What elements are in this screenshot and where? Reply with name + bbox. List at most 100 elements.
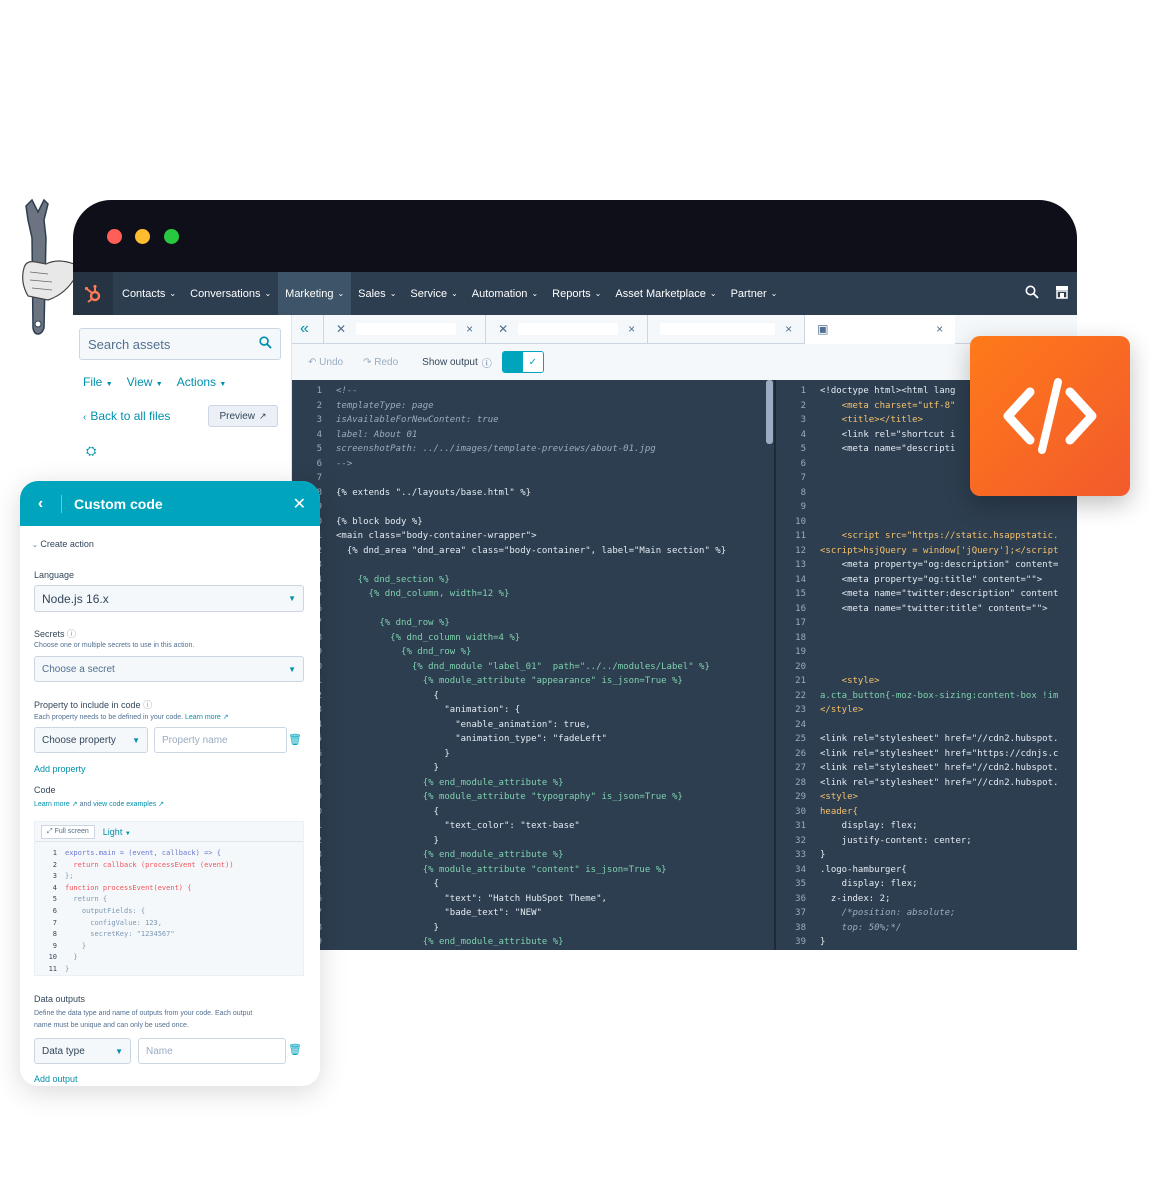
code-line: 21 <style> — [776, 674, 1077, 689]
line-number: 24 — [795, 719, 806, 730]
close-dot-icon[interactable] — [107, 229, 122, 244]
line-number: 27 — [795, 763, 806, 773]
code-line: 20 — [776, 660, 1077, 675]
code-line: 31 "text_color": "text-base" — [292, 819, 774, 834]
marketplace-icon[interactable] — [1047, 285, 1077, 302]
line-text: <!doctype html><html lang — [820, 386, 956, 396]
add-property-link[interactable]: Add property — [34, 764, 86, 774]
minimize-dot-icon[interactable] — [135, 229, 150, 244]
editor-tab-1[interactable]: ✕ × — [324, 314, 487, 344]
collapse-sidebar-icon[interactable]: « — [292, 314, 324, 344]
theme-select[interactable]: Light ▼ — [103, 827, 131, 837]
editor-scrollbar[interactable] — [766, 380, 773, 444]
redo-button[interactable]: ↷ Redo — [363, 357, 398, 368]
editor-tab-2[interactable]: ✕ × — [486, 314, 649, 344]
nav-item-reports[interactable]: Reports ⌄ — [545, 272, 608, 315]
code-line: 18 — [776, 631, 1077, 646]
data-type-select[interactable]: Data type ▼ — [34, 1038, 131, 1064]
learn-more-link[interactable]: Learn more — [185, 714, 221, 721]
search-icon[interactable] — [1017, 285, 1047, 302]
maximize-dot-icon[interactable] — [164, 229, 179, 244]
nav-item-conversations[interactable]: Conversations ⌄ — [183, 272, 278, 315]
line-number: 22 — [795, 690, 806, 701]
nav-item-partner[interactable]: Partner ⌄ — [724, 272, 785, 315]
code-line: 39} — [776, 935, 1077, 950]
view-examples-link[interactable]: view code examples — [93, 801, 156, 808]
close-tab-icon[interactable]: × — [936, 322, 943, 336]
secret-select[interactable]: Choose a secret ▼ — [34, 656, 304, 682]
back-to-files-link[interactable]: ‹ Back to all files — [83, 409, 170, 423]
mini-code-editor[interactable]: ⤢ Full screen Light ▼ 1 exports.main = (e… — [34, 821, 304, 976]
full-screen-button[interactable]: ⤢ Full screen — [41, 824, 95, 839]
nav-item-automation[interactable]: Automation ⌄ — [465, 272, 545, 315]
template-code-editor[interactable]: 1 <!-- 2 templateType: page 3 isAvailableForN… — [292, 380, 774, 950]
choose-property-select[interactable]: Choose property ▼ — [34, 727, 148, 753]
data-outputs-label: Data outputs — [34, 994, 86, 1004]
line-number: 10 — [48, 953, 57, 962]
line-number: 18 — [795, 632, 806, 643]
line-text: "text": "Hatch HubSpot Theme", — [336, 893, 607, 904]
close-tab-icon[interactable]: × — [628, 322, 635, 336]
line-number: 37 — [795, 908, 806, 918]
code-line: 32 } — [292, 834, 774, 849]
delete-icon[interactable]: 🗑 — [288, 733, 302, 746]
line-text: --> — [336, 458, 353, 469]
add-output-link[interactable]: Add output — [34, 1074, 78, 1084]
code-line: 35 { — [292, 877, 774, 892]
search-icon[interactable] — [259, 335, 272, 353]
editor-tab-3[interactable]: × — [648, 314, 806, 344]
line-text: "text_color": "text-base" — [336, 821, 580, 831]
line-text: { — [336, 690, 439, 701]
sprocket-logo-icon[interactable] — [73, 272, 113, 315]
code-line: 2 return callback (processEvent (event)) — [35, 860, 303, 872]
code-line: 23 "animation": { — [292, 703, 774, 718]
line-number: 34 — [795, 864, 806, 875]
search-assets-input[interactable]: Search assets — [79, 328, 281, 360]
nav-item-service[interactable]: Service ⌄ — [403, 272, 464, 315]
line-number: 26 — [795, 748, 806, 759]
search-placeholder: Search assets — [88, 336, 171, 352]
line-text: { — [336, 879, 439, 889]
property-name-input[interactable]: Property name — [154, 727, 287, 753]
create-action-toggle[interactable]: ⌄ Create action — [32, 539, 94, 549]
nav-item-sales[interactable]: Sales ⌄ — [351, 272, 403, 315]
code-line: 23 </style> — [776, 703, 1077, 718]
line-text: } — [820, 850, 826, 860]
line-text: /*position: absolute; — [820, 908, 956, 918]
close-tab-icon[interactable]: × — [466, 322, 473, 336]
actions-menu[interactable]: Actions ▼ — [177, 375, 227, 389]
undo-button[interactable]: ↶ Undo — [308, 357, 343, 368]
line-text: <title></title> — [820, 415, 923, 425]
view-menu[interactable]: View ▼ — [127, 375, 163, 389]
close-icon[interactable]: ✕ — [293, 494, 306, 514]
line-text: configValue: 123, — [65, 918, 162, 927]
code-line: 10{% block body %} — [292, 515, 774, 530]
learn-more-link[interactable]: Learn more — [34, 801, 70, 808]
back-arrow-icon[interactable]: ‹ — [20, 494, 62, 513]
file-menu[interactable]: File ▼ — [83, 375, 113, 389]
nav-item-contacts[interactable]: Contacts ⌄ — [115, 272, 183, 315]
editor-tab-output[interactable]: ▣ × — [805, 314, 956, 344]
file-icon: ▣ — [817, 322, 829, 336]
nav-item-asset-marketplace[interactable]: Asset Marketplace ⌄ — [608, 272, 723, 315]
line-number: 21 — [795, 676, 806, 686]
line-text: } — [336, 922, 439, 933]
output-name-input[interactable]: Name — [138, 1038, 286, 1064]
close-tab-icon[interactable]: × — [785, 322, 792, 336]
module-icon[interactable]: ⛭ — [86, 443, 96, 459]
code-line: 15 <meta name="twitter:description" cont… — [776, 587, 1077, 602]
language-select[interactable]: Node.js 16.x ▼ — [34, 585, 304, 612]
code-line: 24 — [776, 718, 1077, 733]
delete-icon[interactable]: 🗑 — [288, 1043, 302, 1056]
check-icon: ✓ — [522, 352, 543, 372]
code-line: 13 <meta property="og:description" conte… — [776, 558, 1077, 573]
preview-button[interactable]: Preview ↗ — [208, 405, 278, 427]
code-line: 38 top: 50%;*/ — [776, 921, 1077, 936]
chevron-left-icon: ‹ — [83, 412, 87, 423]
line-text: a.cta_button{-moz-box-sizing:content-box… — [820, 690, 1059, 701]
line-number: 15 — [795, 589, 806, 599]
line-text: <main class="body-container-wrapper"> — [336, 531, 537, 541]
nav-item-marketing[interactable]: Marketing ⌄ — [278, 272, 352, 315]
show-output-toggle[interactable]: ✓ — [501, 351, 544, 373]
line-text: exports.main = (event, callback) => { — [65, 849, 221, 857]
